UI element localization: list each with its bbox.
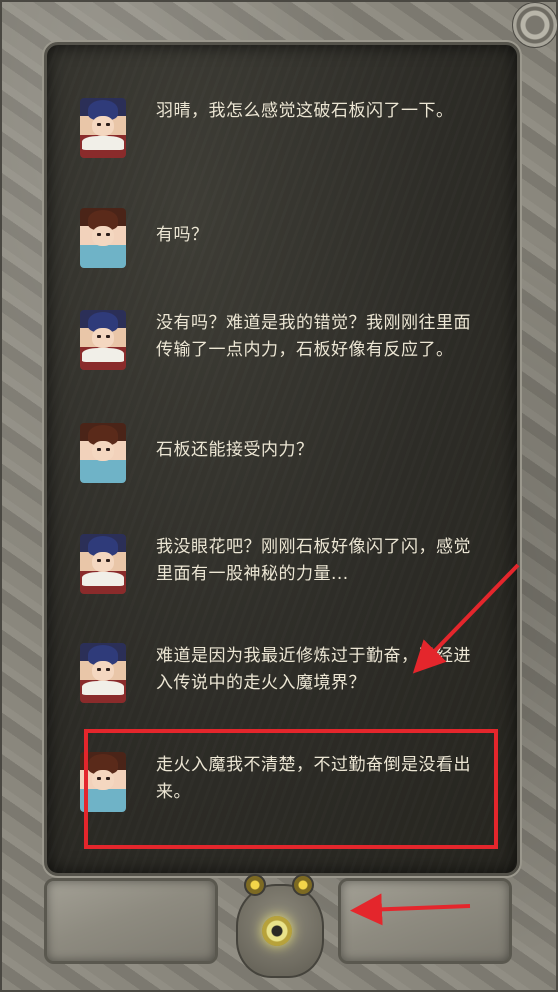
dialogue-text: 我没眼花吧？刚刚石板好像闪了闪，感觉里面有一股神秘的力量... — [156, 537, 471, 584]
highlight-box — [84, 729, 498, 849]
dialogue-entry: 我没眼花吧？刚刚石板好像闪了闪，感觉里面有一股神秘的力量... — [80, 534, 500, 614]
dialogue-text: 羽晴，我怎么感觉这破石板闪了一下。 — [156, 101, 454, 121]
dialogue-text: 有吗？ — [156, 225, 209, 245]
dialogue-entry: 难道是因为我最近修炼过于勤奋，已经进入传说中的走火入魔境界？ — [80, 643, 500, 723]
dialogue-entry: 石板还能接受内力？ — [80, 423, 500, 503]
right-stone-button[interactable] — [338, 878, 512, 964]
male-character-avatar — [80, 643, 126, 703]
golden-toad-icon[interactable] — [232, 866, 324, 982]
dialogue-text: 石板还能接受内力？ — [156, 440, 314, 460]
dialogue-entry: 没有吗？难道是我的错觉？我刚刚往里面传输了一点内力，石板好像有反应了。 — [80, 310, 500, 390]
female-character-avatar — [80, 208, 126, 268]
dialogue-entry: 有吗？ — [80, 208, 500, 288]
male-character-avatar — [80, 534, 126, 594]
left-stone-button[interactable] — [44, 878, 218, 964]
dialogue-entry: 羽晴，我怎么感觉这破石板闪了一下。 — [80, 98, 500, 178]
female-character-avatar — [80, 423, 126, 483]
male-character-avatar — [80, 98, 126, 158]
male-character-avatar — [80, 310, 126, 370]
dialogue-text: 没有吗？难道是我的错觉？我刚刚往里面传输了一点内力，石板好像有反应了。 — [156, 313, 471, 360]
dialogue-text: 难道是因为我最近修炼过于勤奋，已经进入传说中的走火入魔境界？ — [156, 646, 471, 693]
gear-icon[interactable] — [512, 2, 558, 48]
